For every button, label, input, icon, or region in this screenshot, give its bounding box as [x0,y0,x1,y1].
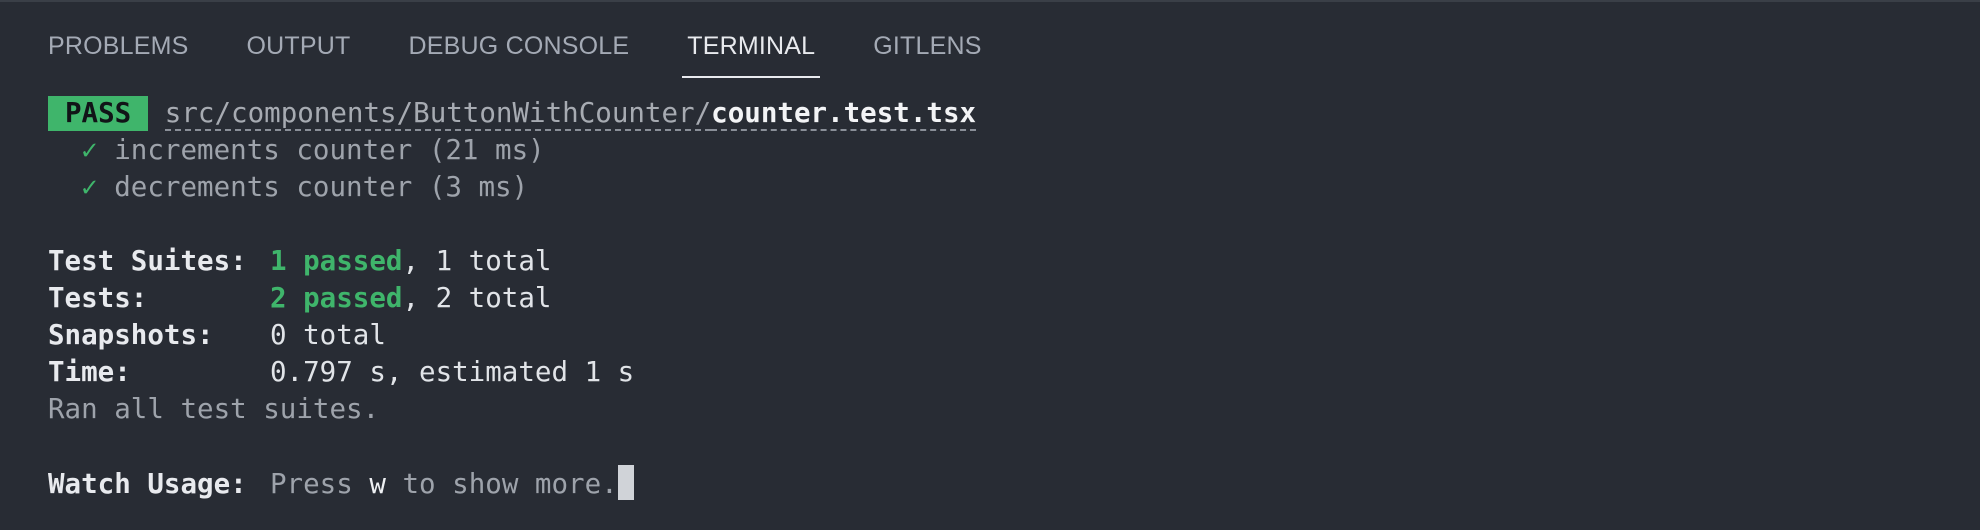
summary-total: , 1 total [402,245,552,277]
watch-rest: to show more. [402,468,618,500]
summary-value: 0 total [270,319,386,351]
panel-tabs: PROBLEMS OUTPUT DEBUG CONSOLE TERMINAL G… [48,2,1040,78]
summary-passed: 2 passed [270,282,403,314]
test-file-dir: src/components/ButtonWithCounter/ [164,97,712,131]
summary-label: Time: [48,356,131,388]
watch-usage-line: Watch Usage: Press w to show more. [48,465,1948,502]
tab-gitlens[interactable]: GITLENS [873,2,981,78]
summary-label: Test Suites: [48,245,247,277]
summary-label: Tests: [48,282,148,314]
summary-tests: Tests: 2 passed, 2 total [48,280,1948,317]
test-result-text: decrements counter (3 ms) [114,171,529,203]
test-result-line: ✓ increments counter (21 ms) [48,132,1948,169]
summary-time: Time: 0.797 s, estimated 1 s [48,354,1948,391]
tab-debug-console[interactable]: DEBUG CONSOLE [409,2,630,78]
terminal-cursor [617,465,634,500]
pass-badge: PASS [48,96,149,131]
summary-label: Snapshots: [48,319,214,351]
watch-usage-label: Watch Usage: [48,468,247,500]
summary-suites: Test Suites: 1 passed, 1 total [48,243,1948,280]
summary-total: , 2 total [402,282,552,314]
ran-all-message: Ran all test suites. [48,393,380,425]
test-file-name: counter.test.tsx [711,97,977,131]
test-result-line: ✓ decrements counter (3 ms) [48,169,1948,206]
summary-snapshots: Snapshots: 0 total [48,317,1948,354]
watch-key: w [369,468,386,500]
tab-terminal[interactable]: TERMINAL [682,2,821,78]
summary-value: 0.797 s, estimated 1 s [270,356,635,388]
summary-passed: 1 passed [270,245,403,277]
check-icon: ✓ [81,171,98,203]
check-icon: ✓ [81,134,98,166]
test-result-text: increments counter (21 ms) [114,134,545,166]
watch-press: Press [270,468,353,500]
test-file-line: PASS src/components/ButtonWithCounter/co… [48,95,1948,132]
tab-problems[interactable]: PROBLEMS [48,2,189,78]
tab-output[interactable]: OUTPUT [247,2,351,78]
panel: PROBLEMS OUTPUT DEBUG CONSOLE TERMINAL G… [0,0,1980,530]
terminal-output[interactable]: PASS src/components/ButtonWithCounter/co… [48,95,1948,502]
